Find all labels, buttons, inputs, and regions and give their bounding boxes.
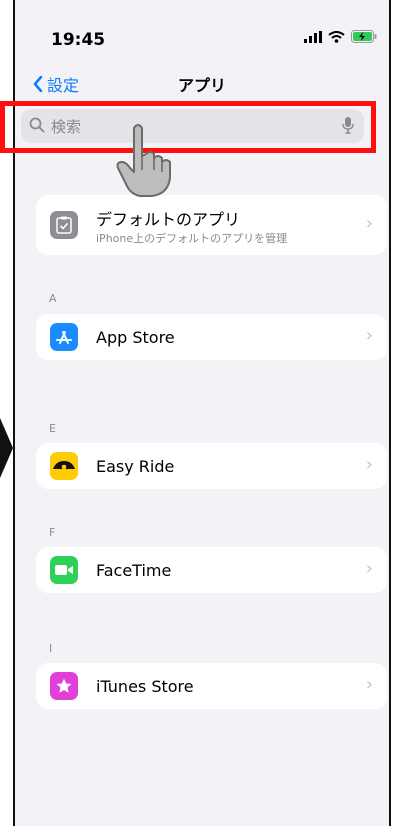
chevron-right-icon: › — [365, 674, 373, 695]
taxi-icon — [50, 452, 78, 480]
video-camera-icon — [50, 556, 78, 584]
app-row-facetime[interactable]: FaceTime › — [36, 547, 387, 593]
status-bar: 19:45 — [15, 0, 389, 62]
default-apps-subtitle: iPhone上のデフォルトのアプリを管理 — [96, 232, 288, 245]
navigation-bar: 設定 アプリ — [15, 66, 389, 102]
page-title: アプリ — [177, 76, 226, 95]
cellular-signal-icon — [304, 30, 322, 43]
status-time: 19:45 — [51, 30, 106, 50]
battery-charging-icon — [351, 30, 377, 43]
section-header-a: A — [49, 292, 57, 305]
wifi-icon — [328, 30, 345, 43]
checklist-icon — [50, 211, 78, 239]
app-row-itunes-store[interactable]: iTunes Store › — [36, 663, 387, 709]
app-name: App Store — [96, 328, 175, 347]
app-row-app-store[interactable]: App Store › — [36, 314, 387, 360]
section-header-e: E — [49, 422, 56, 435]
section-header-f: F — [49, 526, 56, 539]
app-name: Easy Ride — [96, 457, 175, 476]
chevron-right-icon: › — [365, 325, 373, 346]
hand-pointer-icon — [116, 124, 171, 197]
app-store-icon — [50, 323, 78, 351]
default-apps-row[interactable]: デフォルトのアプリ iPhone上のデフォルトのアプリを管理 › — [36, 195, 387, 255]
chevron-right-icon: › — [365, 213, 373, 234]
app-name: iTunes Store — [96, 677, 194, 696]
app-row-easy-ride[interactable]: Easy Ride › — [36, 443, 387, 489]
section-header-i: I — [49, 642, 53, 655]
chevron-right-icon: › — [365, 454, 373, 475]
status-icons — [304, 30, 377, 43]
chevron-right-icon: › — [365, 558, 373, 579]
pointer-arrow — [0, 418, 13, 478]
star-icon — [50, 672, 78, 700]
default-apps-title: デフォルトのアプリ — [96, 210, 241, 229]
app-name: FaceTime — [96, 561, 172, 580]
search-highlight-outline — [0, 101, 376, 153]
